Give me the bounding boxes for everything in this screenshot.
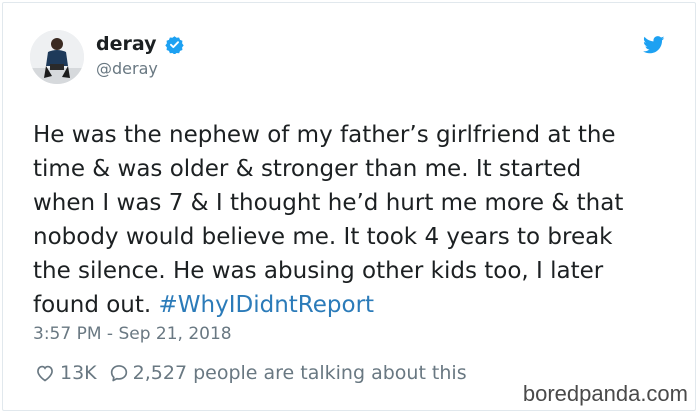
tweet-body: He was the nephew of my father’s girlfri…	[33, 122, 624, 318]
avatar[interactable]	[30, 30, 84, 84]
avatar-photo	[30, 30, 84, 84]
watermark: boredpanda.com	[522, 381, 688, 406]
conversation-count[interactable]: 2,527 people are talking about this	[133, 362, 467, 384]
engagement-bar: 13K 2,527 people are talking about this	[35, 360, 467, 386]
heart-icon[interactable]	[35, 363, 55, 383]
speech-bubble-icon[interactable]	[109, 363, 129, 383]
verified-badge-icon	[165, 35, 184, 55]
hashtag-link[interactable]: #WhyIDidntReport	[159, 292, 375, 318]
twitter-bird-icon[interactable]	[643, 36, 665, 54]
author-handle[interactable]: @deray	[96, 59, 158, 79]
tweet-text: He was the nephew of my father’s girlfri…	[33, 118, 673, 322]
author-display-name[interactable]: deray	[96, 33, 156, 55]
like-count[interactable]: 13K	[60, 362, 97, 384]
tweet-timestamp[interactable]: 3:57 PM - Sep 21, 2018	[33, 323, 232, 345]
